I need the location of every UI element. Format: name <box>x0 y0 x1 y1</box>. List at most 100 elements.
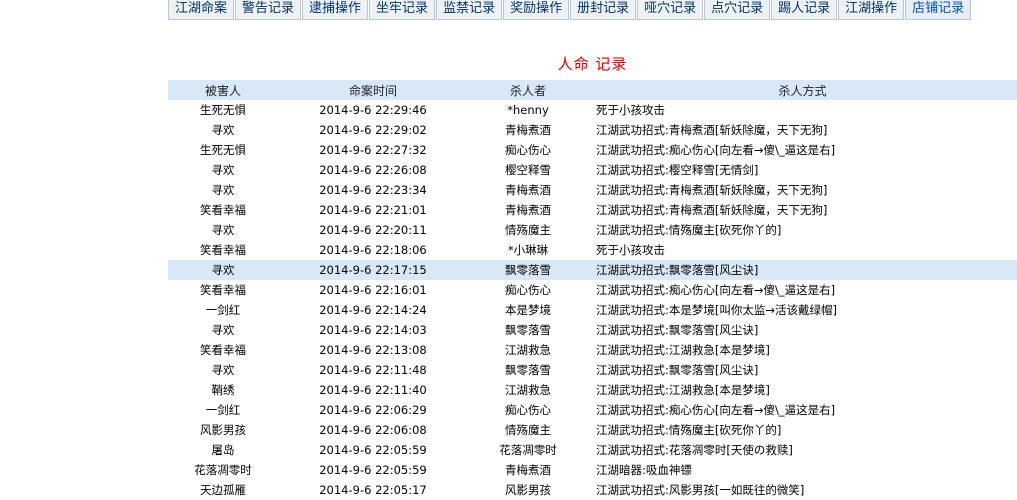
tab-9[interactable]: 踢人记录 <box>771 0 838 20</box>
cell-victim: 生死无惧 <box>200 143 246 157</box>
cell-time: 2014-9-6 22:17:15 <box>278 260 468 280</box>
header-method: 杀人方式 <box>588 80 1017 100</box>
cell-time: 2014-9-6 22:18:06 <box>319 243 427 257</box>
table-header-row: 被害人 命案时间 杀人者 杀人方式 <box>168 80 1017 100</box>
table-row: 笑看幸福 2014-9-6 22:13:08 江湖救急 江湖武功招式:江湖救急[本是梦… <box>168 340 1017 360</box>
tab-7[interactable]: 哑穴记录 <box>637 0 704 20</box>
cell-method: 江湖暗器:吸血神镖 <box>596 463 692 477</box>
cell-victim: 一剑红 <box>205 303 241 317</box>
cell-method: 江湖武功招式:本是梦境[叫你太监→活该戴绿帽] <box>596 303 837 317</box>
tab-2[interactable]: 逮捕操作 <box>302 0 369 20</box>
table-row: 天边孤雁 2014-9-6 22:05:17 风影男孩 江湖武功招式:风影男孩[一如既… <box>168 480 1017 500</box>
cell-time: 2014-9-6 22:14:03 <box>319 323 427 337</box>
table-row: 寻欢 2014-9-6 22:29:02 青梅煮酒 江湖武功招式:青梅煮酒[斩妖除魔，… <box>168 120 1017 140</box>
cell-method: 江湖武功招式:痴心伤心[向左看→傻\_逼这是右] <box>596 143 836 157</box>
table-row: 寻欢 2014-9-6 22:20:11 情殇魔主 江湖武功招式:情殇魔主[砍死你丫的… <box>168 220 1017 240</box>
table-row: 生死无惧 2014-9-6 22:27:32 痴心伤心 江湖武功招式:痴心伤心[向左看… <box>168 140 1017 160</box>
cell-method: 江湖武功招式:痴心伤心[向左看→傻\_逼这是右] <box>596 283 836 297</box>
cell-victim: 一剑红 <box>205 403 241 417</box>
tab-0[interactable]: 江湖命案 <box>168 0 235 20</box>
cell-killer: 情殇魔主 <box>505 223 551 237</box>
cell-victim: 笑看幸福 <box>200 283 246 297</box>
tab-10[interactable]: 江湖操作 <box>838 0 905 20</box>
cell-method: 江湖武功招式:樱空释雪[无情剑] <box>596 163 759 177</box>
cell-method: 江湖武功招式:风影男孩[一如既往的微笑] <box>596 483 805 497</box>
cell-victim: 寻欢 <box>211 223 235 237</box>
table-row: 花落凋零时 2014-9-6 22:05:59 青梅煮酒 江湖暗器:吸血神镖 <box>168 460 1017 480</box>
tab-8[interactable]: 点穴记录 <box>704 0 771 20</box>
cell-method: 江湖武功招式:青梅煮酒[斩妖除魔，天下无狗] <box>596 203 828 217</box>
cell-time: 2014-9-6 22:29:02 <box>319 123 427 137</box>
cell-victim: 寻欢 <box>211 163 235 177</box>
tab-5[interactable]: 奖励操作 <box>503 0 570 20</box>
cell-killer: 青梅煮酒 <box>505 463 551 477</box>
tab-6[interactable]: 册封记录 <box>570 0 637 20</box>
table-row: 鞘绣 2014-9-6 22:11:40 江湖救急 江湖武功招式:江湖救急[本是梦境] <box>168 380 1017 400</box>
cell-killer: *henny <box>507 103 549 117</box>
cell-method: 江湖武功招式:痴心伤心[向左看→傻\_逼这是右] <box>596 403 836 417</box>
cell-method: 江湖武功招式:江湖救急[本是梦境] <box>596 343 770 357</box>
cell-victim: 风影男孩 <box>200 423 246 437</box>
tab-11[interactable]: 店铺记录 <box>905 0 972 20</box>
tab-1[interactable]: 警告记录 <box>235 0 302 20</box>
cell-victim: 花落凋零时 <box>194 463 252 477</box>
cell-killer: 飘零落雪 <box>468 260 588 280</box>
header-time: 命案时间 <box>278 80 468 100</box>
cell-killer: 花落凋零时 <box>499 443 557 457</box>
cell-time: 2014-9-6 22:16:01 <box>319 283 427 297</box>
cell-time: 2014-9-6 22:20:11 <box>319 223 427 237</box>
cell-method: 江湖武功招式:飘零落雪[风尘诀] <box>596 323 759 337</box>
cell-killer: *小琳琳 <box>507 243 549 257</box>
murder-records-table: 被害人 命案时间 杀人者 杀人方式 生死无惧 2014-9-6 22:29:46 *… <box>168 80 1017 500</box>
cell-killer: 飘零落雪 <box>505 323 551 337</box>
tab-3[interactable]: 坐牢记录 <box>369 0 436 20</box>
cell-victim: 生死无惧 <box>200 103 246 117</box>
cell-killer: 风影男孩 <box>505 483 551 497</box>
cell-killer: 痴心伤心 <box>505 283 551 297</box>
cell-time: 2014-9-6 22:14:24 <box>319 303 427 317</box>
table-row: 一剑红 2014-9-6 22:14:24 本是梦境 江湖武功招式:本是梦境[叫你太监… <box>168 300 1017 320</box>
cell-time: 2014-9-6 22:11:40 <box>319 383 427 397</box>
cell-time: 2014-9-6 22:21:01 <box>319 203 427 217</box>
cell-victim: 寻欢 <box>211 363 235 377</box>
cell-time: 2014-9-6 22:23:34 <box>319 183 427 197</box>
cell-killer: 江湖救急 <box>505 343 551 357</box>
cell-method: 江湖武功招式:花落凋零时[天使の救赎] <box>596 443 793 457</box>
top-nav-tabs: 江湖命案 警告记录 逮捕操作 坐牢记录 监禁记录 奖励操作 册封记录 哑穴记录 点穴记录 踢人记录… <box>168 0 972 20</box>
cell-killer: 青梅煮酒 <box>505 203 551 217</box>
cell-victim: 鞘绣 <box>211 383 235 397</box>
cell-victim: 笑看幸福 <box>200 243 246 257</box>
cell-killer: 樱空释雪 <box>505 163 551 177</box>
cell-victim: 笑看幸福 <box>200 343 246 357</box>
table-row: 笑看幸福 2014-9-6 22:18:06 *小琳琳 死于小孩攻击 <box>168 240 1017 260</box>
cell-method: 江湖武功招式:飘零落雪[风尘诀] <box>588 260 1017 280</box>
table-row: 风影男孩 2014-9-6 22:06:08 情殇魔主 江湖武功招式:情殇魔主[砍死你… <box>168 420 1017 440</box>
tab-4[interactable]: 监禁记录 <box>436 0 503 20</box>
cell-victim: 寻欢 <box>211 323 235 337</box>
cell-victim: 笑看幸福 <box>200 203 246 217</box>
header-killer: 杀人者 <box>468 80 588 100</box>
cell-victim: 屠岛 <box>211 443 235 457</box>
cell-victim: 寻欢 <box>168 260 278 280</box>
cell-method: 江湖武功招式:青梅煮酒[斩妖除魔，天下无狗] <box>596 183 828 197</box>
cell-killer: 青梅煮酒 <box>505 123 551 137</box>
cell-method: 江湖武功招式:情殇魔主[砍死你丫的] <box>596 223 782 237</box>
table-row: 寻欢 2014-9-6 22:23:34 青梅煮酒 江湖武功招式:青梅煮酒[斩妖除魔，… <box>168 180 1017 200</box>
table-row: 寻欢 2014-9-6 22:11:48 飘零落雪 江湖武功招式:飘零落雪[风尘诀] <box>168 360 1017 380</box>
cell-time: 2014-9-6 22:11:48 <box>319 363 427 377</box>
cell-time: 2014-9-6 22:05:59 <box>319 463 427 477</box>
cell-victim: 天边孤雁 <box>200 483 246 497</box>
cell-killer: 痴心伤心 <box>505 143 551 157</box>
cell-method: 死于小孩攻击 <box>596 243 665 257</box>
cell-time: 2014-9-6 22:05:17 <box>319 483 427 497</box>
cell-time: 2014-9-6 22:13:08 <box>319 343 427 357</box>
cell-killer: 飘零落雪 <box>505 363 551 377</box>
cell-time: 2014-9-6 22:29:46 <box>319 103 427 117</box>
cell-killer: 痴心伤心 <box>505 403 551 417</box>
header-victim: 被害人 <box>168 80 278 100</box>
cell-time: 2014-9-6 22:06:29 <box>319 403 427 417</box>
cell-victim: 寻欢 <box>211 123 235 137</box>
cell-killer: 江湖救急 <box>505 383 551 397</box>
cell-method: 江湖武功招式:飘零落雪[风尘诀] <box>596 363 759 377</box>
table-row: 一剑红 2014-9-6 22:06:29 痴心伤心 江湖武功招式:痴心伤心[向左看→… <box>168 400 1017 420</box>
